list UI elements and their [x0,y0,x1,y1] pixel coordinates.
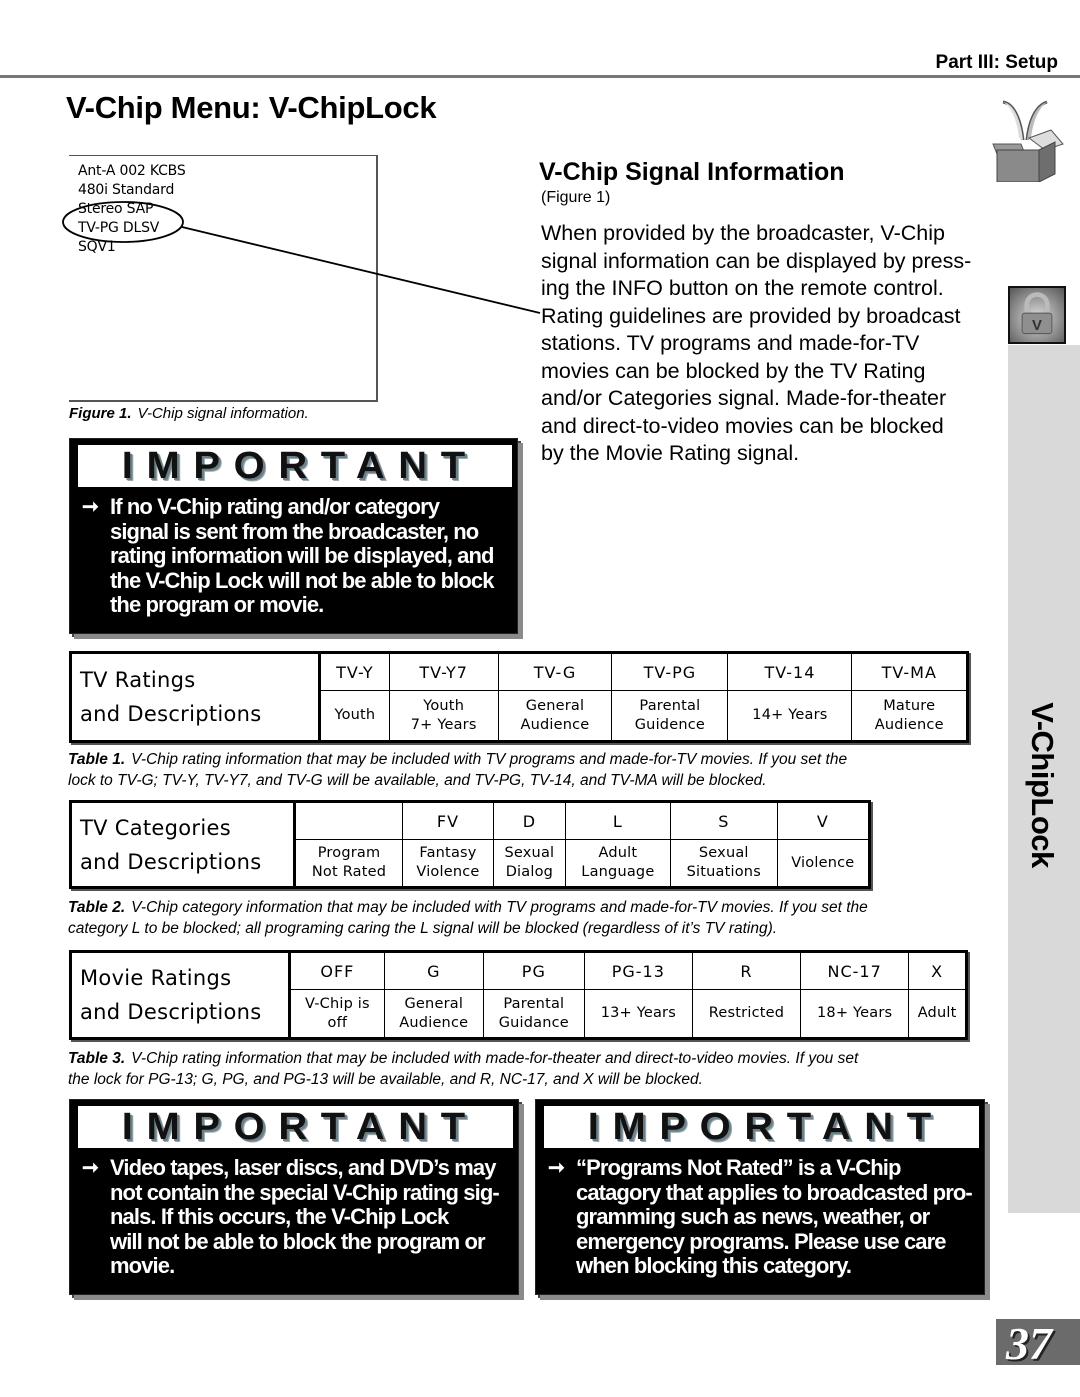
important-heading-bar: IMPORTANT [78,1106,513,1148]
rating-code: TV-MA [851,652,968,691]
important-text: Video tapes, laser discs, and DVD’s may … [110,1155,500,1278]
movie-rating-code: PG-13 [583,951,693,990]
category-description: Adult Language [564,839,671,888]
category-code: V [776,801,871,840]
movie-rating-code: X [908,951,967,990]
rating-description: General Audience [497,690,613,742]
table-caption: Table 1. V-Chip rating information that m… [68,751,848,789]
rating-description: Mature Audience [851,690,968,742]
rating-code: TV-Y [319,652,390,691]
movie-rating-description: Adult [908,989,967,1039]
open-box-icon [992,100,1064,182]
important-notice: IMPORTANT ➞ “Programs Not Rated” is a V-… [535,1099,985,1295]
movie-rating-code: R [691,951,802,990]
category-description: Sexual Situations [669,839,778,888]
rating-code: TV-14 [727,652,853,691]
category-code: L [564,801,671,840]
movie-rating-code: G [383,951,484,990]
important-heading-bar: IMPORTANT [78,445,512,487]
arrow-right-icon: ➞ [548,1157,565,1179]
important-text: “Programs Not Rated” is a V-Chip catagor… [576,1155,973,1278]
screen-line: Stereo SAP [78,201,154,217]
rating-code: TV-Y7 [388,652,499,691]
movie-rating-description: Restricted [691,989,802,1039]
movie-rating-description: 13+ Years [583,989,693,1039]
section-label: Part III: Setup [935,52,1058,73]
header-rule [0,75,1080,78]
rating-code: TV-G [497,652,613,691]
page-number: 37 [996,1318,1080,1369]
screen-line-highlighted: TV-PG DLSV [78,220,160,236]
rating-description: 14+ Years [727,690,853,742]
category-description: Sexual Dialog [492,839,566,888]
rating-description: Youth [319,690,390,742]
movie-rating-code: PG [482,951,585,990]
signal-info-body: When provided by the broadcaster, V-Chip… [541,221,972,465]
tv-categories-table: TV Categories and Descriptions FV D L S … [69,800,871,889]
table-row-header: TV Ratings and Descriptions [70,652,321,742]
category-description: Fantasy Violence [402,839,494,888]
movie-ratings-table: Movie Ratings and Descriptions OFF G PG … [69,950,968,1040]
svg-text:V: V [1032,318,1042,334]
arrow-right-icon: ➞ [82,496,99,518]
important-heading-bar: IMPORTANT [544,1106,979,1148]
movie-rating-description: Parental Guidance [482,989,585,1039]
movie-rating-code: OFF [289,951,385,990]
section-heading: V-Chip Signal Information [539,158,845,186]
screen-line: Ant-A 002 KCBS [78,163,186,179]
movie-rating-description: V-Chip is off [289,989,385,1039]
tv-ratings-table: TV Ratings and Descriptions TV-Y TV-Y7 T… [69,651,969,743]
figure-reference: (Figure 1) [541,189,611,206]
movie-rating-code: NC-17 [800,951,910,990]
figure-caption: Figure 1. V-Chip signal information. [69,405,309,422]
rating-description: Youth 7+ Years [388,690,499,742]
table-caption: Table 3. V-Chip rating information that m… [68,1050,859,1088]
category-code [293,801,404,840]
figure-screen-text: Ant-A 002 KCBS 480i Standard Stereo SAP … [78,162,186,257]
page-title: V-Chip Menu: V-ChipLock [66,90,437,125]
table-row-header: Movie Ratings and Descriptions [70,951,291,1039]
important-text: If no V-Chip rating and/or category sign… [110,494,494,617]
rating-code: TV-PG [611,652,729,691]
table-caption: Table 2. V-Chip category information that… [68,899,868,937]
important-notice: IMPORTANT ➞ If no V-Chip rating and/or c… [69,438,518,634]
padlock-v-icon: V [1008,286,1066,344]
movie-rating-description: General Audience [383,989,484,1039]
screen-line: SQV1 [78,239,116,255]
table-row-header: TV Categories and Descriptions [70,801,296,888]
important-notice: IMPORTANT ➞ Video tapes, laser discs, an… [69,1099,519,1295]
arrow-right-icon: ➞ [82,1157,99,1179]
movie-rating-description: 18+ Years [800,989,910,1039]
side-tab-label: V-ChipLock [1025,702,1060,868]
rating-description: Parental Guidence [611,690,729,742]
category-code: D [492,801,566,840]
category-code: FV [402,801,494,840]
category-code: S [669,801,778,840]
category-description: Program Not Rated [293,839,404,888]
screen-line: 480i Standard [78,182,175,198]
category-description: Violence [776,839,871,888]
